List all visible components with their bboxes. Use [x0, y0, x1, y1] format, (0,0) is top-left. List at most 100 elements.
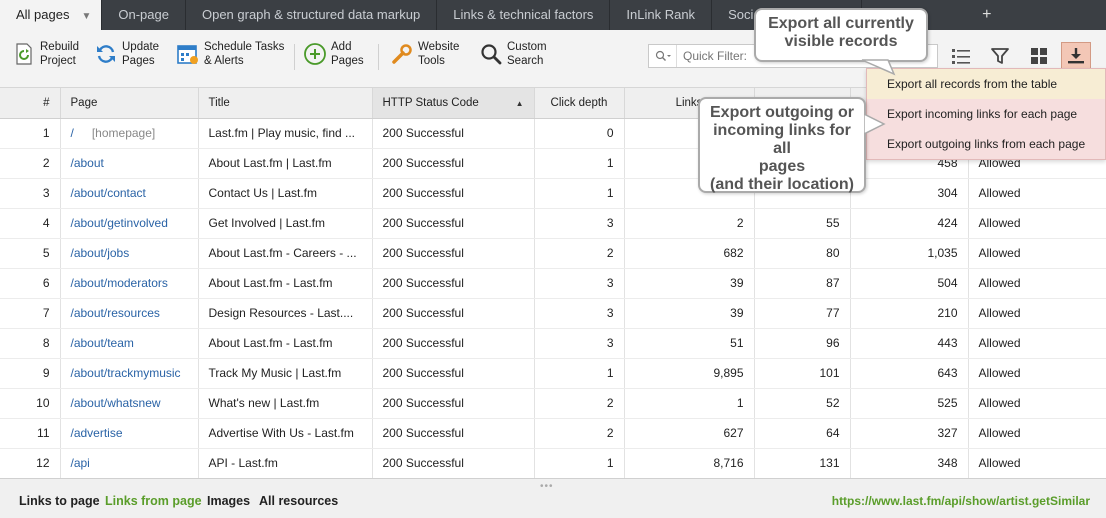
- tab-open-graph[interactable]: Open graph & structured data markup: [186, 0, 438, 30]
- tab-all-pages[interactable]: All pages ▼: [0, 0, 103, 30]
- rebuild-icon: [12, 40, 36, 68]
- rebuild-project-button[interactable]: Rebuild Project: [12, 40, 79, 68]
- tab-images[interactable]: Images: [207, 494, 250, 508]
- grid-icon: [1030, 47, 1048, 68]
- title-cell: About Last.fm - Last.fm: [198, 328, 373, 359]
- count-cell: 55: [754, 208, 851, 239]
- update-pages-button[interactable]: Update Pages: [94, 40, 159, 68]
- table-row[interactable]: 12/api API - Last.fm 200 Successful 1 8,716 1…: [0, 448, 1106, 479]
- row-number: 11: [0, 418, 61, 449]
- page-url-cell-value: /about/team: [70, 336, 134, 350]
- click-depth-cell-value: 2: [606, 396, 614, 410]
- click-depth-cell: 2: [534, 388, 625, 419]
- table-row[interactable]: 10/about/whatsnew What's new | Last.fm 200…: [0, 388, 1106, 419]
- table-row[interactable]: 11/advertise Advertise With Us - Last.fm 2…: [0, 418, 1106, 449]
- column-header-click-depth[interactable]: Click depth: [534, 88, 625, 119]
- click-depth-cell: 3: [534, 298, 625, 329]
- menu-item-export-incoming-links[interactable]: Export incoming links for each page: [867, 99, 1105, 129]
- menu-item-export-all-records[interactable]: Export all records from the table: [867, 69, 1105, 99]
- status-cell: 200 Successful: [372, 238, 535, 269]
- selected-url[interactable]: https://www.last.fm/api/show/artist.getS…: [832, 494, 1090, 508]
- title-cell-value: About Last.fm | Last.fm: [208, 156, 332, 170]
- tab-all-resources[interactable]: All resources: [259, 494, 338, 508]
- status-cell: 200 Successful: [372, 268, 535, 299]
- page-url-cell-value: /about/jobs: [70, 246, 130, 260]
- click-depth-cell: 3: [534, 328, 625, 359]
- count-cell-value: 101: [819, 366, 840, 380]
- chevron-down-icon[interactable]: ▼: [81, 11, 91, 22]
- row-number-value: 2: [42, 156, 50, 170]
- links-cell-value: 1: [736, 396, 744, 410]
- count-cell-value: 131: [819, 456, 840, 470]
- status-cell-value: 200 Successful: [382, 186, 464, 200]
- count-cell: 643: [850, 358, 969, 389]
- status-cell-value: 200 Successful: [382, 276, 464, 290]
- table-row[interactable]: 8/about/team About Last.fm - Last.fm 200 S…: [0, 328, 1106, 359]
- row-number-value: 6: [42, 276, 50, 290]
- callout-pointer: [864, 113, 886, 135]
- table-row[interactable]: 9/about/trackmymusic Track My Music | Las…: [0, 358, 1106, 389]
- table-row[interactable]: 3/about/contact Contact Us | Last.fm 200 S…: [0, 178, 1106, 209]
- schedule-tasks-label: Schedule Tasks & Alerts: [204, 41, 285, 67]
- column-header-title[interactable]: Title: [198, 88, 373, 119]
- click-depth-cell: 3: [534, 208, 625, 239]
- count-cell: 327: [850, 418, 969, 449]
- tab-inlink-rank[interactable]: InLink Rank: [610, 0, 713, 30]
- add-tab-button[interactable]: +: [972, 0, 1001, 30]
- table-row[interactable]: 5/about/jobs About Last.fm - Careers - ..…: [0, 238, 1106, 269]
- filter-search-icon[interactable]: [649, 45, 677, 67]
- page-url-cell: /about/resources: [60, 298, 199, 329]
- refresh-icon: [94, 40, 118, 68]
- count-cell-value: 327: [937, 426, 958, 440]
- page-url-cell-value: /: [70, 126, 74, 140]
- tab-links-technical[interactable]: Links & technical factors: [437, 0, 611, 30]
- page-url-cell-value: /advertise: [70, 426, 123, 440]
- title-cell: About Last.fm - Careers - ...: [198, 238, 373, 269]
- count-cell: 96: [754, 328, 851, 359]
- count-cell: 304: [850, 178, 969, 209]
- page-url-cell-value: /about/whatsnew: [70, 396, 161, 410]
- row-number-value: 5: [42, 246, 50, 260]
- click-depth-cell-value: 0: [606, 126, 614, 140]
- tab-bar: All pages ▼ On-page Open graph & structur…: [0, 0, 1106, 30]
- page-url-cell: /about: [60, 148, 199, 179]
- add-pages-button[interactable]: Add Pages: [303, 40, 364, 68]
- page-url-cell: /about/getinvolved: [60, 208, 199, 239]
- export-menu: Export all records from the table Export…: [866, 68, 1106, 160]
- links-cell-value: 627: [723, 426, 744, 440]
- robots-cell: Allowed: [968, 328, 1106, 359]
- status-cell-value: 200 Successful: [382, 456, 464, 470]
- column-header-page[interactable]: Page: [60, 88, 199, 119]
- add-pages-label: Add Pages: [331, 41, 364, 67]
- table-row[interactable]: 6/about/moderators About Last.fm - Last.f…: [0, 268, 1106, 299]
- page-url-cell: /api: [60, 448, 199, 479]
- links-cell: 8,716: [624, 448, 755, 479]
- resize-grip-icon[interactable]: •••: [540, 481, 554, 492]
- schedule-tasks-button[interactable]: Schedule Tasks & Alerts: [176, 40, 284, 68]
- row-number-value: 1: [42, 126, 50, 140]
- custom-search-button[interactable]: Custom Search: [479, 40, 547, 68]
- row-number: 1: [0, 118, 61, 149]
- page-url-cell: /advertise: [60, 418, 199, 449]
- table-row[interactable]: 4/about/getinvolved Get Involved | Last.f…: [0, 208, 1106, 239]
- website-tools-button[interactable]: Website Tools: [390, 40, 459, 68]
- status-cell: 200 Successful: [372, 298, 535, 329]
- count-cell-value: 504: [937, 276, 958, 290]
- status-cell: 200 Successful: [372, 178, 535, 209]
- count-cell-value: 348: [937, 456, 958, 470]
- tab-on-page[interactable]: On-page: [102, 0, 186, 30]
- status-cell: 200 Successful: [372, 358, 535, 389]
- column-header-http-status[interactable]: HTTP Status Code ▲: [372, 88, 535, 119]
- page-url-cell-value: /about: [70, 156, 104, 170]
- status-cell: 200 Successful: [372, 388, 535, 419]
- links-cell-value: 9,895: [713, 366, 744, 380]
- tab-links-from-page[interactable]: Links from page: [105, 494, 202, 508]
- count-cell-value: 64: [826, 426, 840, 440]
- title-cell-value: What's new | Last.fm: [208, 396, 320, 410]
- table-row[interactable]: 7/about/resources Design Resources - Last…: [0, 298, 1106, 329]
- tab-links-to-page[interactable]: Links to page: [19, 494, 100, 508]
- column-header-number[interactable]: #: [0, 88, 61, 119]
- title-cell-value: Last.fm | Play music, find ...: [208, 126, 356, 140]
- count-cell-value: 55: [826, 216, 840, 230]
- menu-item-export-outgoing-links[interactable]: Export outgoing links from each page: [867, 129, 1105, 159]
